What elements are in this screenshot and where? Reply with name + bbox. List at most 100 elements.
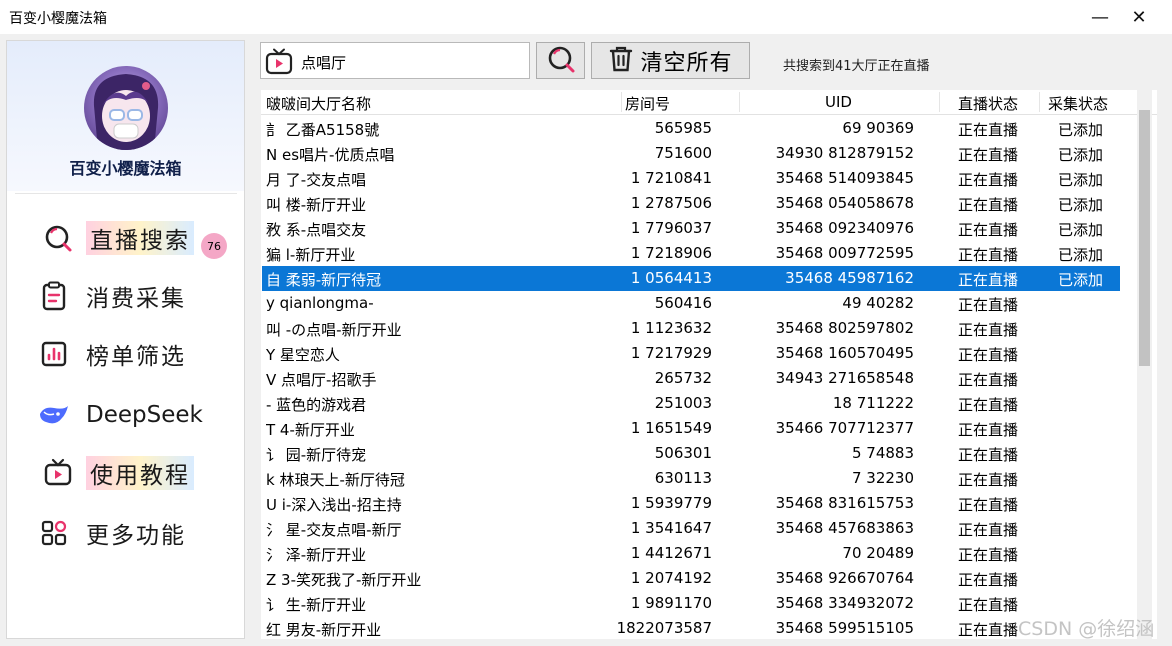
cell-name: Z 3-笑死我了-新厅开业 [266,571,422,589]
app-name: 百变小樱魔法箱 [69,159,182,178]
table-row[interactable]: 讠 园-新厅待宠 506301 5 74883 正在直播 [262,441,1120,466]
cell-uid: 7 32230 [851,469,914,487]
cell-name: N es唱片-优质点唱 [266,146,395,164]
column-divider[interactable] [739,92,740,112]
table-row[interactable]: V 点唱厅-招歌手 265732 34943 271658548 正在直播 [262,366,1120,391]
cell-room: 1 9891170 [630,594,712,612]
cell-live-status: 正在直播 [958,546,1019,564]
cell-name: 猵 l-新厅开业 [266,246,356,264]
nav-item-rank-filter[interactable]: 榜单筛选 [36,332,226,376]
cell-live-status: 正在直播 [958,296,1019,314]
cell-live-status: 正在直播 [958,171,1019,189]
cell-name: 讠 园-新厅待宠 [266,446,367,464]
table-row[interactable]: 叫 -の点唱-新厅开业 1 1123632 35468 802597802 正在直播 [262,316,1120,341]
sidebar-divider [15,193,237,194]
avatar[interactable] [84,66,168,150]
cell-live-status: 正在直播 [958,371,1019,389]
nav-label-tutorial: 使用教程 [86,456,194,490]
nav-item-deepseek[interactable]: DeepSeek [36,393,226,437]
column-divider[interactable] [621,92,622,112]
cell-live-status: 正在直播 [958,396,1019,414]
profile-card: 百变小樱魔法箱 [7,41,244,191]
search-status-text: 共搜索到41大厅正在直播 [783,59,930,74]
nav-item-tutorial[interactable]: 使用教程 [40,451,230,495]
clear-all-button[interactable]: 清空所有 [591,42,750,79]
table-row[interactable]: Y 星空恋人 1 7217929 35468 160570495 正在直播 [262,341,1120,366]
cell-uid: 35468 514093845 [775,169,914,187]
cell-name: 叫 -の点唱-新厅开业 [266,321,402,339]
cell-room: 1 2074192 [630,569,712,587]
search-button[interactable] [536,42,585,79]
avatar-illustration [93,74,159,150]
table-row[interactable]: 讠 生-新厅开业 1 9891170 35468 334932072 正在直播 [262,591,1120,616]
nav-item-live-search[interactable]: 直播搜索 [40,216,230,260]
cell-uid: 35468 802597802 [775,319,914,337]
nav-item-more[interactable]: 更多功能 [36,511,226,555]
cell-room: 565985 [654,119,712,137]
cell-live-status: 正在直播 [958,471,1019,489]
column-header-room[interactable]: 房间号 [625,93,670,114]
table-row[interactable]: 訁 乙番A5158號 565985 69 90369 正在直播 已添加 [262,116,1120,141]
table-row[interactable]: k 林琅天上-新厅待冠 630113 7 32230 正在直播 [262,466,1120,491]
cell-name: 红 男友-新厅开业 [266,621,382,639]
column-header-uid[interactable]: UID [825,93,852,111]
cell-live-status: 正在直播 [958,521,1019,539]
apps-icon [36,515,72,551]
cell-live-status: 正在直播 [958,571,1019,589]
clear-all-label: 清空所有 [640,50,733,76]
cell-live-status: 正在直播 [958,496,1019,514]
column-header-live-status[interactable]: 直播状态 [958,93,1018,114]
table-row[interactable]: U i-深入浅出-招主持 1 5939779 35468 831615753 正在直播 [262,491,1120,516]
table-row[interactable]: 氵 星-交友点唱-新厅 1 3541647 35468 457683863 正在直播 [262,516,1120,541]
table-scrollbar[interactable] [1137,90,1152,639]
cell-collect-status: 已添加 [1058,171,1104,189]
table-row[interactable]: Z 3-笑死我了-新厅开业 1 2074192 35468 926670764 正在直… [262,566,1120,591]
search-input[interactable] [299,49,523,75]
cell-uid: 35468 009772595 [775,244,914,262]
table-row[interactable]: 红 男友-新厅开业 1822073587 35468 599515105 正在直播 [262,616,1120,639]
cell-name: 月 了-交友点唱 [266,171,367,189]
search-icon [546,44,576,78]
cell-room: 506301 [654,444,712,462]
nav-label-live-search: 直播搜索 [86,221,194,255]
cell-live-status: 正在直播 [958,121,1019,139]
cell-uid: 35468 160570495 [775,344,914,362]
minimize-button[interactable]: — [1085,4,1115,30]
table-row[interactable]: 月 了-交友点唱 1 7210841 35468 514093845 正在直播 已添加 [262,166,1120,191]
cell-name: 讠 生-新厅开业 [266,596,367,614]
column-header-name[interactable]: 啵啵间大厅名称 [266,93,371,114]
nav-label-consume-collect: 消费采集 [86,286,186,312]
cell-collect-status: 已添加 [1058,146,1104,164]
scrollbar-thumb[interactable] [1139,110,1150,366]
cell-name: Y 星空恋人 [266,346,340,364]
cell-collect-status: 已添加 [1058,196,1104,214]
cell-room: 1822073587 [616,619,712,637]
table-row[interactable]: 敄 系-点唱交友 1 7796037 35468 092340976 正在直播 已添加 [262,216,1120,241]
whale-icon [36,397,72,433]
table-row[interactable]: N es唱片-优质点唱 751600 34930 812879152 正在直播 已添加 [262,141,1120,166]
table-row[interactable]: - 蓝色的游戏君 251003 18 711222 正在直播 [262,391,1120,416]
column-divider[interactable] [939,92,940,112]
cell-name: 自 柔弱-新厅待冠 [266,271,382,289]
cell-live-status: 正在直播 [958,246,1019,264]
cell-uid: 18 711222 [832,394,914,412]
table-row[interactable]: 氵 泽-新厅开业 1 4412671 70 20489 正在直播 [262,541,1120,566]
room-search-box[interactable] [260,42,530,79]
cell-live-status: 正在直播 [958,446,1019,464]
nav-item-consume-collect[interactable]: 消费采集 [36,274,226,318]
table-row[interactable]: 猵 l-新厅开业 1 7218906 35468 009772595 正在直播 已添加 [262,241,1120,266]
table-row[interactable]: 自 柔弱-新厅待冠 1 0564413 35468 45987162 正在直播 已添加 [262,266,1120,291]
cell-uid: 35468 054058678 [775,194,914,212]
column-divider[interactable] [1039,92,1040,112]
nav-label-deepseek: DeepSeek [86,402,203,428]
cell-uid: 49 40282 [842,294,914,312]
cell-name: 氵 泽-新厅开业 [266,546,367,564]
table-row[interactable]: T 4-新厅开业 1 1651549 35466 707712377 正在直播 [262,416,1120,441]
table-row[interactable]: 叫 楼-新厅开业 1 2787506 35468 054058678 正在直播 已添加 [262,191,1120,216]
column-header-collect-status[interactable]: 采集状态 [1048,93,1108,114]
title-bar: 百变小樱魔法箱 — ✕ [0,0,1172,34]
close-button[interactable]: ✕ [1124,4,1154,30]
cell-uid: 35468 457683863 [775,519,914,537]
cell-room: 1 1123632 [630,319,712,337]
table-row[interactable]: y qianlongma- 560416 49 40282 正在直播 [262,291,1120,316]
